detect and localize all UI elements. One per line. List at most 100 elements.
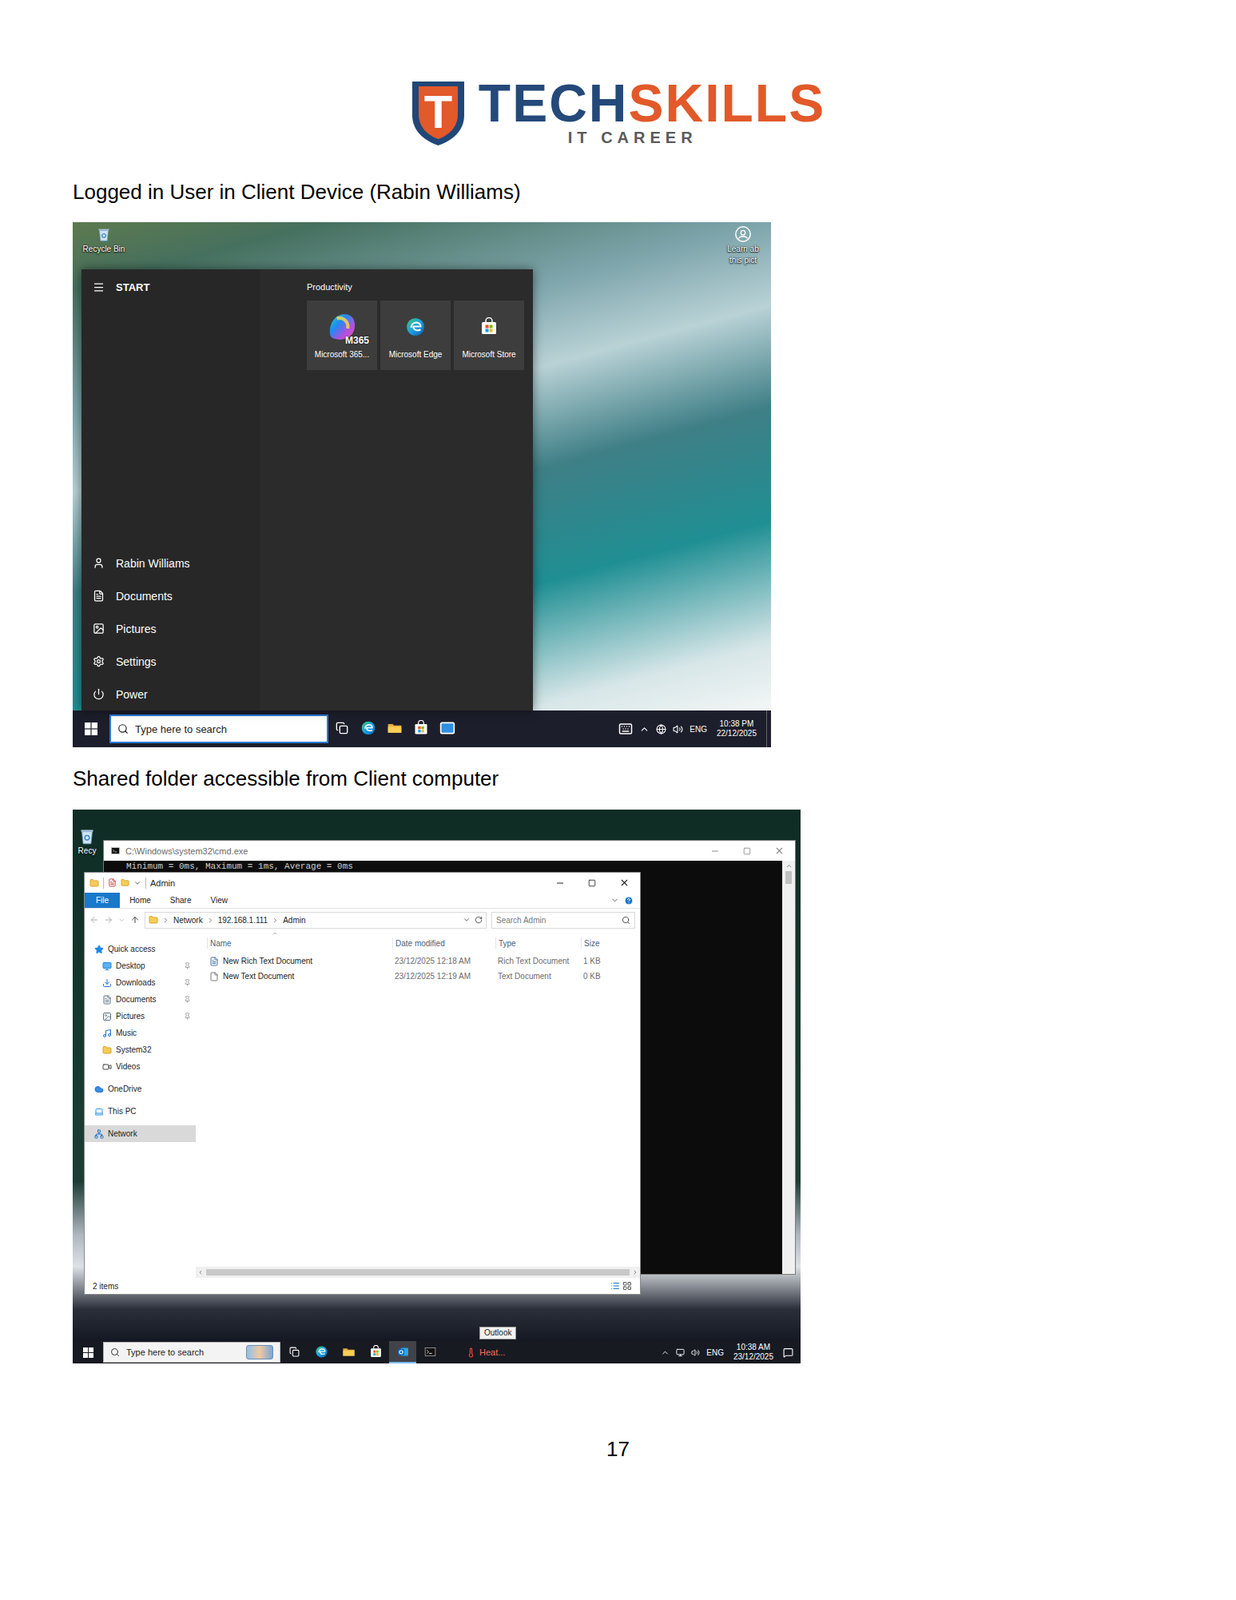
- learn-about-picture-shortcut[interactable]: Learn abthis pict: [716, 225, 770, 266]
- address-dropdown-icon[interactable]: [462, 915, 471, 924]
- search-field[interactable]: Search Admin: [491, 911, 636, 929]
- nav-item[interactable]: Downloads: [84, 973, 196, 991]
- taskbar-app[interactable]: [280, 1340, 308, 1364]
- weather-widget[interactable]: Heat...: [465, 1347, 505, 1358]
- taskbar-app[interactable]: [433, 710, 461, 748]
- scroll-right-icon[interactable]: [631, 1268, 639, 1276]
- nav-item[interactable]: This PC: [84, 1102, 196, 1120]
- new-folder-icon[interactable]: [120, 878, 130, 887]
- forward-icon[interactable]: [103, 914, 114, 925]
- app-tile[interactable]: Microsoft Edge: [380, 300, 451, 370]
- close-button[interactable]: [763, 840, 795, 861]
- sort-ascending-icon: [271, 929, 279, 937]
- recent-locations-icon[interactable]: [118, 916, 126, 924]
- ribbon-tab[interactable]: File: [84, 892, 120, 908]
- help-icon[interactable]: [623, 895, 634, 906]
- taskbar-app[interactable]: [307, 1340, 335, 1364]
- breadcrumb-item[interactable]: 192.168.1.111: [218, 915, 268, 925]
- chevron-up-icon[interactable]: [660, 1347, 670, 1357]
- file-row[interactable]: New Rich Text Document23/12/2025 12:18 A…: [195, 953, 640, 969]
- start-menu-item[interactable]: Pictures: [81, 612, 260, 645]
- details-view-icon[interactable]: [610, 1280, 620, 1291]
- scroll-left-icon[interactable]: [197, 1268, 204, 1276]
- ribbon-tab[interactable]: Home: [119, 892, 161, 908]
- clock[interactable]: 10:38 AM23/12/2025: [730, 1342, 777, 1362]
- nav-item[interactable]: Pictures: [84, 1007, 196, 1025]
- taskbar-app[interactable]: [381, 710, 408, 748]
- file-row[interactable]: New Text Document23/12/2025 12:19 AMText…: [195, 968, 640, 984]
- language-indicator[interactable]: ENG: [689, 724, 708, 734]
- scroll-up-icon[interactable]: [785, 862, 793, 870]
- start-menu-item[interactable]: Rabin Williams: [81, 546, 260, 580]
- nav-item[interactable]: OneDrive: [84, 1080, 196, 1097]
- search-icon: [117, 723, 129, 735]
- search-highlight-image[interactable]: [246, 1344, 274, 1360]
- close-button[interactable]: [608, 872, 640, 893]
- expand-ribbon-icon[interactable]: [610, 895, 620, 905]
- taskbar-app[interactable]: [407, 710, 434, 748]
- edge-icon: [405, 316, 426, 338]
- network-icon[interactable]: [675, 1347, 685, 1357]
- address-bar[interactable]: Network 192.168.1.111 Admin: [144, 911, 487, 929]
- volume-icon[interactable]: [672, 723, 684, 735]
- nav-item[interactable]: Network: [84, 1124, 196, 1142]
- start-header[interactable]: START: [81, 269, 260, 305]
- volume-icon[interactable]: [691, 1347, 700, 1357]
- start-menu-item[interactable]: Power: [81, 677, 260, 711]
- ribbon-tab[interactable]: Share: [160, 892, 202, 908]
- network-icon[interactable]: [655, 723, 667, 735]
- properties-icon[interactable]: [107, 878, 117, 887]
- column-heading[interactable]: Size: [580, 937, 640, 949]
- taskbar-search[interactable]: Type here to search: [103, 1341, 281, 1363]
- show-desktop-button[interactable]: [766, 710, 772, 748]
- breadcrumb-item[interactable]: Admin: [282, 915, 306, 925]
- column-heading[interactable]: Type: [495, 937, 581, 949]
- nav-item[interactable]: Music: [84, 1024, 196, 1042]
- refresh-icon[interactable]: [474, 915, 483, 924]
- keyboard-icon[interactable]: [618, 721, 633, 736]
- file-explorer-window[interactable]: Admin FileHomeShareView Network 192.168.1.1…: [83, 871, 641, 1295]
- maximize-button[interactable]: [731, 840, 764, 861]
- task-view-icon: [289, 1346, 300, 1357]
- nav-item[interactable]: Documents: [84, 990, 196, 1008]
- taskbar-app[interactable]: [328, 710, 355, 748]
- horizontal-scrollbar[interactable]: [195, 1266, 640, 1278]
- ribbon-tab[interactable]: View: [201, 892, 239, 908]
- taskbar-app[interactable]: [354, 710, 382, 748]
- up-icon[interactable]: [130, 914, 140, 925]
- nav-item[interactable]: System32: [84, 1041, 196, 1058]
- taskbar-search[interactable]: Type here to search: [109, 714, 329, 744]
- recycle-bin-shortcut[interactable]: Recycle Bin: [77, 225, 131, 255]
- maximize-button[interactable]: [576, 872, 609, 893]
- minimize-button[interactable]: [544, 872, 577, 893]
- taskbar-app[interactable]: [389, 1340, 417, 1364]
- large-icons-view-icon[interactable]: [622, 1280, 632, 1291]
- minimize-button[interactable]: [699, 840, 732, 861]
- back-icon[interactable]: [89, 914, 100, 925]
- scrollbar[interactable]: [782, 860, 795, 1274]
- taskbar-app[interactable]: [416, 1340, 444, 1364]
- taskbar-app[interactable]: [334, 1340, 362, 1364]
- taskbar: Type here to search Heat... ENG 10:38 AM23/…: [72, 1340, 801, 1364]
- notification-icon[interactable]: [782, 1347, 794, 1358]
- column-heading[interactable]: Name: [206, 937, 393, 949]
- recycle-bin-shortcut[interactable]: Recy: [74, 825, 100, 856]
- breadcrumb-item[interactable]: Network: [173, 915, 203, 925]
- start-menu-item[interactable]: Settings: [81, 644, 260, 678]
- customize-toolbar-icon[interactable]: [133, 878, 142, 887]
- nav-item[interactable]: Quick access: [84, 940, 196, 958]
- start-menu-item[interactable]: Documents: [81, 579, 260, 613]
- tile-group-label: Productivity: [306, 281, 533, 293]
- start-button[interactable]: [72, 1340, 104, 1364]
- start-button[interactable]: [72, 710, 110, 748]
- nav-item[interactable]: Desktop: [84, 957, 196, 974]
- app-tile[interactable]: Microsoft Store: [453, 300, 525, 370]
- nav-item[interactable]: Videos: [84, 1057, 196, 1075]
- clock[interactable]: 10:38 PM22/12/2025: [713, 719, 760, 739]
- chevron-up-icon[interactable]: [639, 723, 650, 735]
- app-tile[interactable]: M365Microsoft 365...: [306, 300, 378, 370]
- language-indicator[interactable]: ENG: [706, 1347, 724, 1357]
- column-heading[interactable]: Date modified: [392, 937, 496, 949]
- taskbar-app[interactable]: [361, 1340, 390, 1364]
- hamburger-icon: [92, 281, 105, 294]
